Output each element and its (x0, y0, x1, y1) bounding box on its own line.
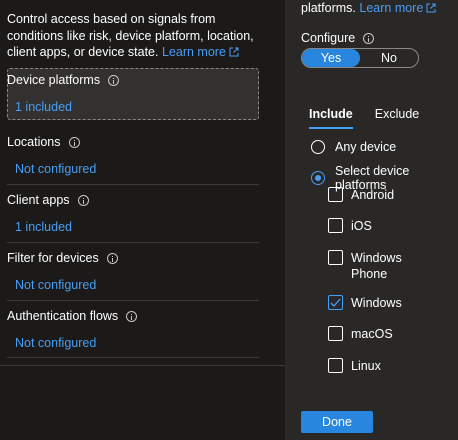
checkbox-box[interactable] (328, 187, 343, 202)
condition-title: Filter for devices (7, 251, 99, 265)
checkbox-box[interactable] (328, 358, 343, 373)
checkbox-windows-phone[interactable]: Windows Phone (328, 250, 421, 282)
checkbox-label: Android (351, 188, 395, 202)
toggle-yes[interactable]: Yes (302, 49, 360, 67)
info-icon[interactable] (363, 32, 375, 44)
divider (7, 242, 259, 243)
condition-value[interactable]: Not configured (15, 278, 259, 292)
toggle-no[interactable]: No (360, 49, 418, 67)
condition-device-platforms[interactable]: Device platforms 1 included (7, 73, 259, 114)
condition-client-apps[interactable]: Client apps 1 included (7, 193, 259, 234)
divider (7, 184, 259, 185)
radio-label: Any device (335, 140, 397, 154)
checkbox-android[interactable]: Android (328, 187, 421, 203)
condition-title: Device platforms (7, 73, 101, 87)
checkbox-box[interactable] (328, 250, 343, 265)
checkbox-label: iOS (351, 219, 372, 233)
device-platforms-flyout: platforms. Learn more Configure Yes No I… (285, 0, 458, 440)
condition-title: Client apps (7, 193, 70, 207)
radio-circle[interactable] (311, 140, 325, 154)
info-icon[interactable] (108, 74, 120, 86)
done-button[interactable]: Done (301, 411, 373, 433)
divider (7, 300, 259, 301)
checkbox-box[interactable] (328, 218, 343, 233)
condition-value[interactable]: 1 included (15, 100, 259, 114)
condition-authentication-flows[interactable]: Authentication flows Not configured (7, 309, 259, 350)
configure-label: Configure (301, 31, 375, 45)
include-exclude-tabs: Include Exclude (309, 107, 419, 129)
external-link-icon (426, 3, 436, 13)
conditions-pane: Control access based on signals from con… (0, 0, 285, 440)
checkbox-box[interactable] (328, 295, 343, 310)
divider (7, 357, 259, 358)
flyout-description: platforms. Learn more (301, 1, 436, 15)
checkbox-macos[interactable]: macOS (328, 326, 421, 342)
radio-any-device[interactable]: Any device (311, 140, 396, 154)
checkbox-label: Windows (351, 296, 402, 310)
info-icon[interactable] (106, 252, 118, 264)
condition-locations[interactable]: Locations Not configured (7, 135, 259, 176)
tab-exclude[interactable]: Exclude (375, 107, 419, 129)
condition-value[interactable]: 1 included (15, 220, 259, 234)
tab-include[interactable]: Include (309, 107, 353, 129)
condition-value[interactable]: Not configured (15, 162, 259, 176)
external-link-icon (229, 47, 239, 57)
intro-text-block: Control access based on signals from con… (7, 11, 275, 61)
condition-title: Authentication flows (7, 309, 119, 323)
condition-filter-for-devices[interactable]: Filter for devices Not configured (7, 251, 259, 292)
checkbox-windows[interactable]: Windows (328, 295, 421, 311)
info-icon[interactable] (77, 194, 89, 206)
radio-circle[interactable] (311, 171, 325, 185)
info-icon[interactable] (68, 136, 80, 148)
divider (0, 365, 285, 366)
intro-learn-more-link[interactable]: Learn more (162, 45, 239, 59)
checkbox-ios[interactable]: iOS (328, 218, 421, 234)
checkbox-box[interactable] (328, 326, 343, 341)
condition-value[interactable]: Not configured (15, 336, 259, 350)
info-icon[interactable] (126, 310, 138, 322)
condition-title: Locations (7, 135, 61, 149)
checkmark-icon (330, 298, 341, 307)
checkbox-label: Windows Phone (351, 251, 402, 281)
configure-toggle[interactable]: Yes No (301, 48, 419, 68)
checkbox-label: Linux (351, 359, 381, 373)
checkbox-label: macOS (351, 327, 393, 341)
flyout-learn-more-link[interactable]: Learn more (359, 1, 436, 15)
checkbox-linux[interactable]: Linux (328, 358, 421, 374)
